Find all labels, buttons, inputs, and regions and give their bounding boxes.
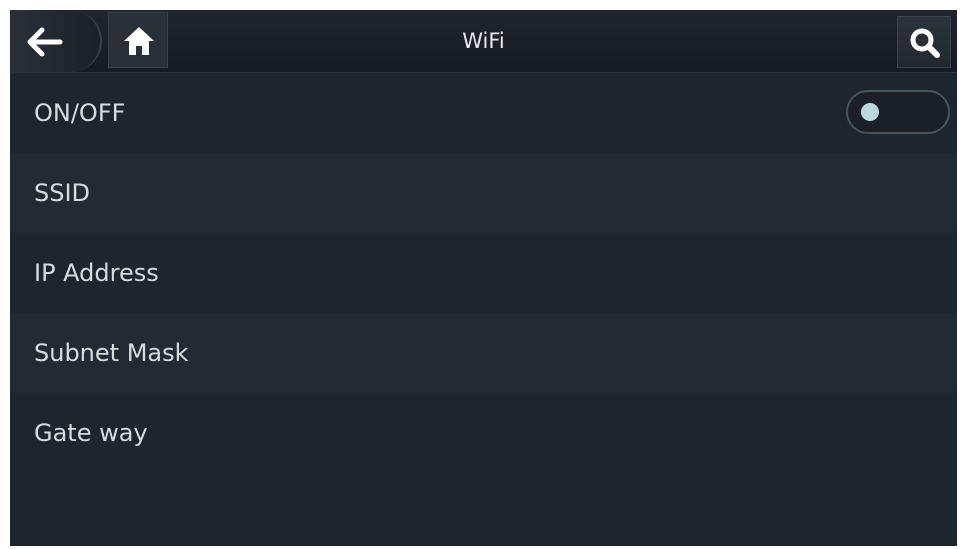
search-button[interactable]: [897, 16, 951, 68]
setting-label-subnet-mask: Subnet Mask: [34, 339, 189, 367]
home-icon: [124, 27, 154, 55]
setting-label-ip-address: IP Address: [34, 259, 159, 287]
setting-row-on-off[interactable]: ON/OFF: [10, 73, 957, 153]
setting-label-gateway: Gate way: [34, 419, 148, 447]
setting-label-ssid: SSID: [34, 179, 91, 207]
toggle-knob: [861, 103, 879, 121]
setting-row-ssid[interactable]: SSID: [10, 153, 957, 233]
setting-row-subnet-mask[interactable]: Subnet Mask: [10, 313, 957, 393]
wifi-toggle[interactable]: [846, 90, 950, 134]
settings-list: ON/OFF SSID IP Address Subnet Mask Gate …: [10, 73, 957, 473]
device-screen: WiFi ON/OFF SSID IP Address Subnet Mask …: [10, 10, 957, 546]
setting-row-gateway[interactable]: Gate way: [10, 393, 957, 473]
home-button[interactable]: [108, 12, 168, 68]
title-bar: WiFi: [10, 10, 957, 73]
arrow-left-icon: [27, 27, 63, 57]
back-button[interactable]: [10, 10, 102, 72]
setting-label-on-off: ON/OFF: [34, 99, 126, 127]
search-icon: [910, 28, 940, 58]
setting-row-ip-address[interactable]: IP Address: [10, 233, 957, 313]
